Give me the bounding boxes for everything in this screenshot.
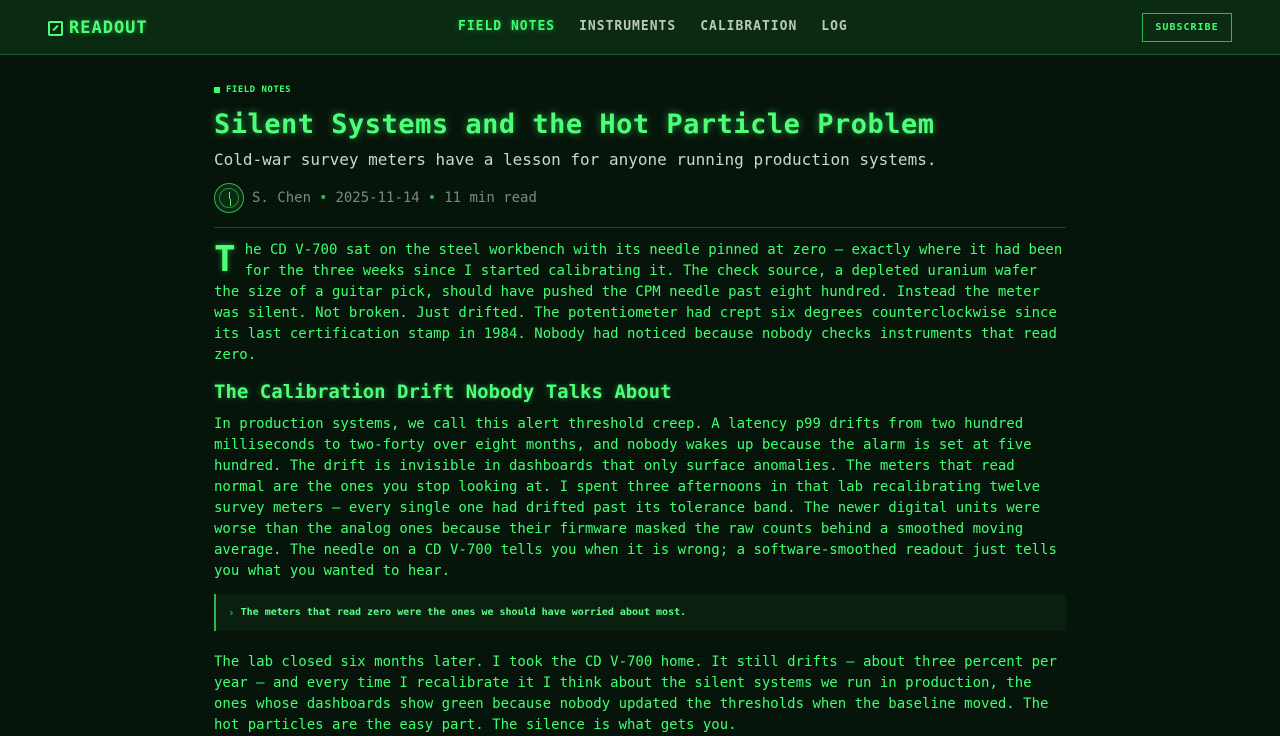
nav-item-calibration[interactable]: CALIBRATION bbox=[700, 19, 797, 34]
brand-logo[interactable]: READOUT bbox=[48, 16, 148, 40]
article-kicker: FIELD NOTES bbox=[214, 84, 1066, 96]
body-paragraph-1: The CD V-700 sat on the steel workbench … bbox=[214, 240, 1066, 366]
top-navigation-bar: READOUT FIELD NOTES INSTRUMENTS CALIBRAT… bbox=[0, 0, 1280, 55]
article: FIELD NOTES Silent Systems and the Hot P… bbox=[214, 84, 1066, 736]
pull-quote: › The meters that read zero were the one… bbox=[214, 594, 1066, 631]
brand-name: READOUT bbox=[69, 18, 148, 38]
subscribe-button[interactable]: SUBSCRIBE bbox=[1142, 13, 1232, 42]
chevron-right-icon: › bbox=[228, 606, 235, 619]
nav-item-instruments[interactable]: INSTRUMENTS bbox=[579, 19, 676, 34]
section-heading: The Calibration Drift Nobody Talks About bbox=[214, 381, 672, 403]
author-name[interactable]: S. Chen bbox=[252, 190, 311, 206]
meta-separator-dot: • bbox=[319, 190, 328, 206]
body-paragraph-2: In production systems, we call this aler… bbox=[214, 416, 1057, 579]
paragraph-1-text: he CD V-700 sat on the steel workbench w… bbox=[214, 242, 1063, 363]
nav-item-field-notes[interactable]: FIELD NOTES bbox=[458, 19, 555, 34]
pull-quote-text: The meters that read zero were the ones … bbox=[240, 607, 687, 618]
meta-separator-dot: • bbox=[427, 190, 437, 206]
divider bbox=[214, 227, 1066, 228]
drop-cap: T bbox=[214, 239, 236, 280]
publish-date: 2025-11-14 bbox=[335, 190, 420, 206]
kicker-label[interactable]: FIELD NOTES bbox=[226, 85, 291, 95]
square-bullet-icon bbox=[214, 87, 220, 93]
external-link-icon bbox=[48, 20, 63, 36]
author-avatar bbox=[214, 183, 244, 213]
read-time: 11 min read bbox=[444, 190, 537, 206]
article-subtitle: Cold-war survey meters have a lesson for… bbox=[214, 150, 937, 169]
article-title: Silent Systems and the Hot Particle Prob… bbox=[214, 109, 935, 140]
body-paragraph-3: The lab closed six months later. I took … bbox=[214, 654, 1057, 733]
article-meta: S. Chen • 2025-11-14 • 11 min read bbox=[214, 182, 1066, 214]
nav-item-log[interactable]: LOG bbox=[821, 19, 847, 34]
main-nav: FIELD NOTES INSTRUMENTS CALIBRATION LOG bbox=[458, 19, 848, 34]
